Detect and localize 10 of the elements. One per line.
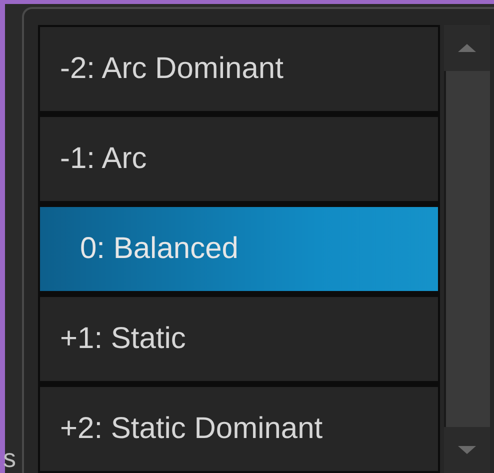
down-arrow-icon	[458, 446, 476, 454]
dropdown-option[interactable]: 0: Balanced	[40, 207, 438, 291]
dropdown-option[interactable]: -1: Arc	[40, 117, 438, 201]
dropdown-option[interactable]: +2: Static Dominant	[40, 387, 438, 471]
scroll-up-button[interactable]	[444, 25, 490, 71]
scrollbar[interactable]	[444, 25, 490, 473]
dropdown-option[interactable]: +1: Static	[40, 297, 438, 381]
up-arrow-icon	[458, 44, 476, 52]
dropdown-option[interactable]: -2: Arc Dominant	[40, 27, 438, 111]
scroll-down-button[interactable]	[444, 427, 490, 473]
